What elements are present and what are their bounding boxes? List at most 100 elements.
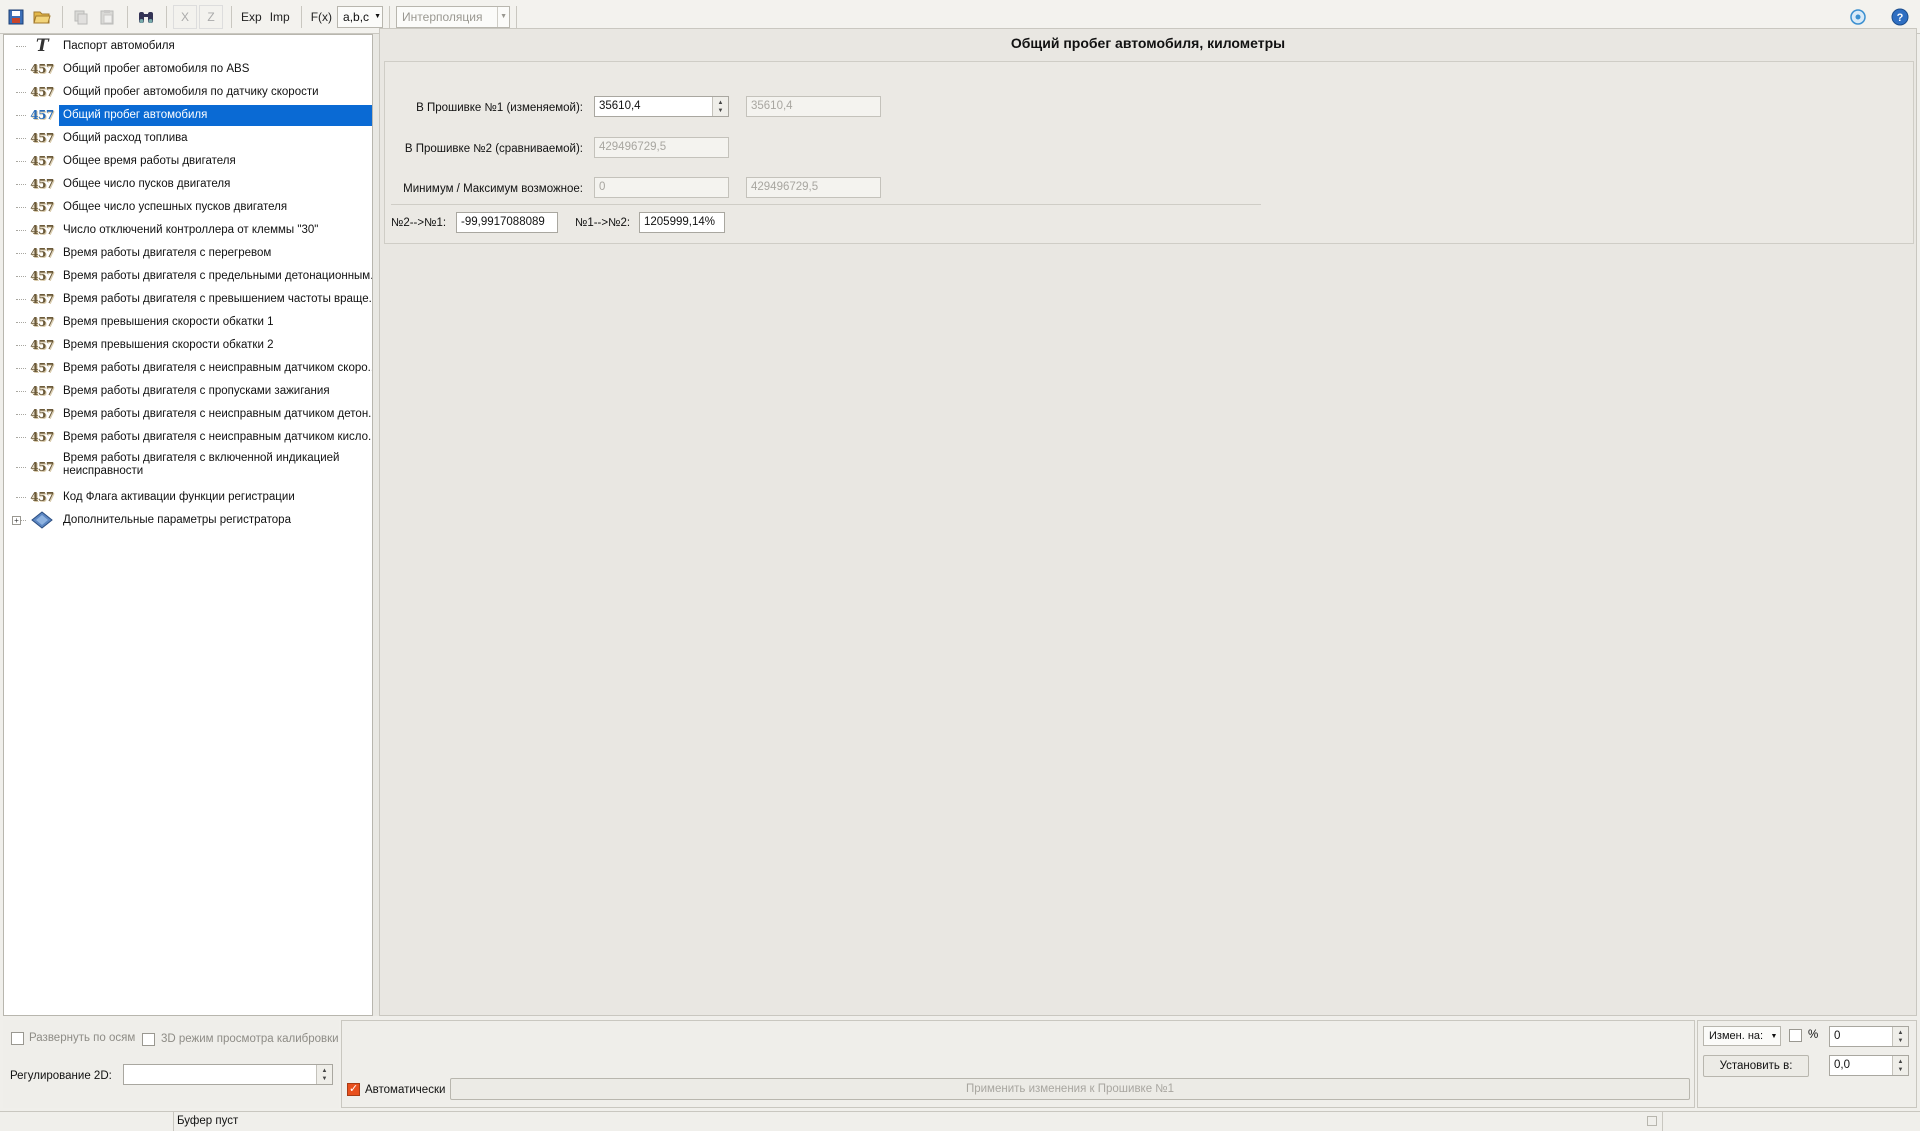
regulation-2d-input[interactable]: ▲ ▼ [123,1064,333,1085]
change-value: 0 [1834,1030,1841,1042]
tree-item[interactable]: 457 Общее время работы двигателя [4,150,372,173]
change-value-panel: Измен. на: ▼ % 0 ▲ ▼ Установить в: 0,0 ▲ ▼ [1697,1020,1917,1108]
tree-connector [16,497,26,498]
binoculars-search-icon[interactable] [134,5,158,29]
save-icon[interactable] [4,5,28,29]
tree-item-label: Дополнительные параметры регистратора [63,514,291,526]
tree-item[interactable]: 457 Время работы двигателя с включенной и… [4,449,372,485]
percent-label: % [1808,1029,1819,1041]
tree-item[interactable]: 457 Время работы двигателя с перегревом [4,242,372,265]
paste-icon[interactable] [95,5,119,29]
function-button[interactable]: F(x) [308,5,335,29]
spin-down-icon[interactable]: ▼ [1898,1037,1904,1045]
tree-connector [16,467,26,468]
calibration-tree[interactable]: T Паспорт автомобиля 457 Общий пробег автом… [3,34,373,1016]
tree-connector [16,253,26,254]
tree-item[interactable]: 457 Общий пробег автомобиля [4,104,372,127]
spin-down-icon[interactable]: ▼ [1898,1066,1904,1074]
change-by-combo[interactable]: Измен. на: ▼ [1703,1026,1781,1046]
tree-connector [16,437,26,438]
spin-buttons[interactable]: ▲ ▼ [316,1065,332,1084]
tree-item[interactable]: + Дополнительные параметры регистратора [4,509,372,532]
3d-mode-checkbox[interactable] [142,1033,155,1046]
tree-item[interactable]: 457 Время работы двигателя с неисправным … [4,403,372,426]
spin-down-icon[interactable]: ▼ [322,1075,328,1083]
x-axis-button[interactable]: X [173,4,197,29]
number-457-icon: 457 [30,223,54,237]
tree-item[interactable]: T Паспорт автомобиля [4,35,372,58]
toolbar-separator [127,5,128,28]
tree-item-label: Общий расход топлива [63,132,188,144]
tree-connector [16,322,26,323]
spin-down-icon[interactable]: ▼ [718,107,724,115]
tree-item[interactable]: 457 Число отключений контроллера от клемм… [4,219,372,242]
number-457-icon: 457 [30,200,54,214]
number-457-icon: 457 [30,177,54,191]
tree-item[interactable]: 457 Общий расход топлива [4,127,372,150]
set-value-input[interactable]: 0,0 ▲ ▼ [1829,1055,1909,1076]
tree-item[interactable]: 457 Время работы двигателя с превышением … [4,288,372,311]
firmware1-original-field: 35610,4 [746,96,881,117]
firmware1-input[interactable]: 35610,4 ▲ ▼ [594,96,729,117]
open-folder-icon[interactable] [30,5,54,29]
view-options-panel: Развернуть по осям 3D режим просмотра ка… [3,1020,339,1108]
tree-item[interactable]: 457 Время работы двигателя с неисправным … [4,357,372,380]
expand-axes-checkbox[interactable] [11,1032,24,1045]
tree-connector [16,115,26,116]
spin-up-icon[interactable]: ▲ [718,99,724,107]
export-button[interactable]: Exp [238,5,265,29]
number-457-icon: 457 [30,338,54,352]
tree-item-label: Время работы двигателя с неисправным дат… [63,431,372,443]
expand-icon[interactable]: + [12,516,21,525]
tree-item[interactable]: 457 Общий пробег автомобиля по датчику ск… [4,81,372,104]
percent-checkbox[interactable] [1789,1029,1802,1042]
text-T-icon: T [35,36,49,56]
auto-apply-checkbox[interactable] [347,1082,360,1096]
tree-item-label: Время превышения скорости обкатки 1 [63,316,274,328]
tree-connector [16,46,26,47]
change-value-input[interactable]: 0 ▲ ▼ [1829,1026,1909,1047]
spin-up-icon[interactable]: ▲ [322,1067,328,1075]
change-by-combo-value: Измен. на: [1709,1030,1764,1042]
copy-icon[interactable] [69,5,93,29]
tree-item-label: Общий пробег автомобиля [59,105,372,126]
diff-1-to-2-value: 1205999,14% [644,216,715,228]
tree-item[interactable]: 457 Код Флага активации функции регистрац… [4,486,372,509]
set-to-button[interactable]: Установить в: [1703,1055,1809,1077]
spin-up-icon[interactable]: ▲ [1898,1029,1904,1037]
tree-item-label: Время работы двигателя с превышением час… [63,293,372,305]
tree-item[interactable]: 457 Время превышения скорости обкатки 2 [4,334,372,357]
format-combo[interactable]: a,b,c ▼ [337,5,384,28]
import-button[interactable]: Imp [267,5,293,29]
settings-gear-icon[interactable] [1846,5,1870,29]
diff-2-to-1-field[interactable]: -99,9917088089 [456,212,558,233]
spin-up-icon[interactable]: ▲ [1898,1058,1904,1066]
toolbar-separator [389,5,391,28]
help-icon[interactable]: ? [1888,5,1912,29]
diff-2-to-1-label: №2-->№1: [391,217,447,229]
tree-item[interactable]: 457 Время работы двигателя с неисправным … [4,426,372,449]
tree-item[interactable]: 457 Общее число пусков двигателя [4,173,372,196]
chevron-down-icon: ▼ [1770,1032,1778,1040]
tree-connector [16,207,26,208]
spin-buttons[interactable]: ▲ ▼ [1892,1027,1908,1046]
apply-changes-button[interactable]: Применить изменения к Прошивке №1 [450,1078,1690,1100]
tree-item[interactable]: 457 Время превышения скорости обкатки 1 [4,311,372,334]
tree-connector [16,345,26,346]
spin-buttons[interactable]: ▲ ▼ [712,97,728,116]
expand-axes-label: Развернуть по осям [29,1032,136,1044]
tree-item[interactable]: 457 Время работы двигателя с предельными … [4,265,372,288]
interpolation-combo[interactable]: Интерполяция ▼ [396,5,511,28]
tree-item[interactable]: 457 Время работы двигателя с пропусками з… [4,380,372,403]
z-axis-button[interactable]: Z [199,4,223,29]
buffer-status: Буфер пуст [177,1115,239,1127]
number-457-icon: 457 [30,384,54,398]
tree-connector [16,92,26,93]
tree-item[interactable]: 457 Общее число успешных пусков двигателя [4,196,372,219]
diff-1-to-2-field[interactable]: 1205999,14% [639,212,725,233]
status-indicator [1647,1116,1657,1126]
spin-buttons[interactable]: ▲ ▼ [1892,1056,1908,1075]
tree-item[interactable]: 457 Общий пробег автомобиля по ABS [4,58,372,81]
tree-item-label: Время работы двигателя с неисправным дат… [63,408,372,420]
number-457-icon: 457 [30,292,54,306]
